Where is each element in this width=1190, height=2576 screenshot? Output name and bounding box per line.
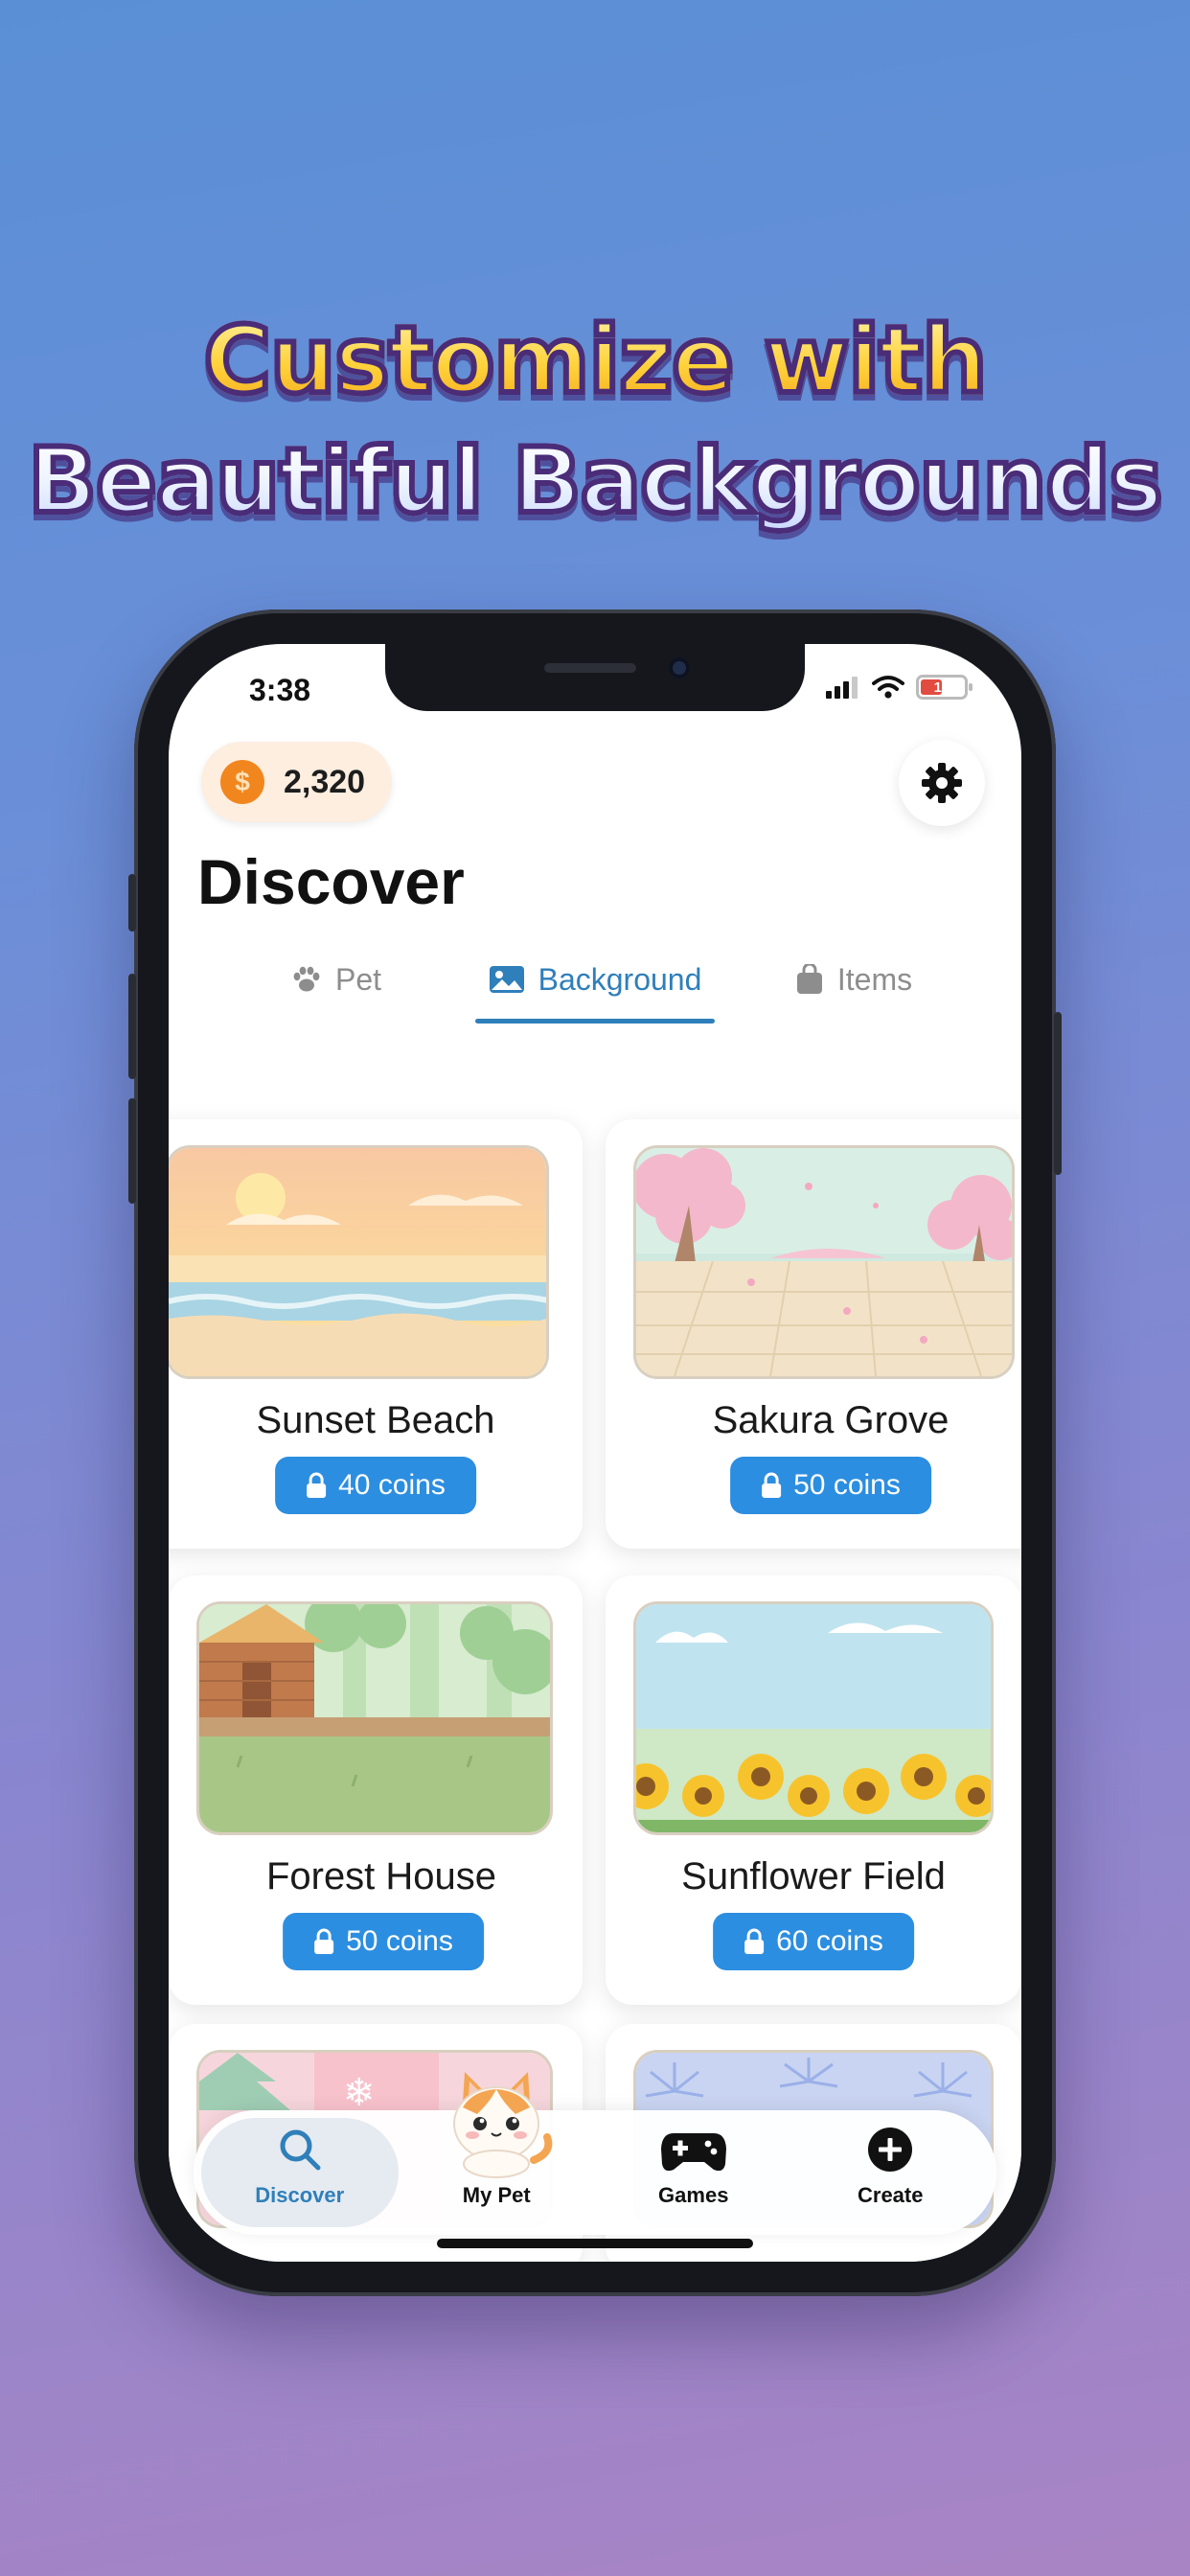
lock-icon <box>307 1472 327 1498</box>
background-card[interactable]: Sunset Beach 40 coins <box>169 1119 583 1549</box>
buy-button[interactable]: 50 coins <box>283 1913 484 1970</box>
status-time: 3:38 <box>249 673 311 707</box>
app-screen: 3:38 14 $ 2,320 Discover Pet Background … <box>169 644 1021 2262</box>
tab-pet-label: Pet <box>334 961 382 997</box>
phone-frame: 3:38 14 $ 2,320 Discover Pet Background … <box>128 610 1062 2296</box>
paw-icon <box>293 966 320 992</box>
bottom-navigation: Discover My Pet Games Create <box>194 2072 996 2235</box>
sunset-beach-preview <box>169 1148 546 1376</box>
lock-icon <box>314 1928 334 1954</box>
image-icon <box>489 966 524 993</box>
coin-balance-value: 2,320 <box>284 763 366 800</box>
nav-create-label: Create <box>858 2183 924 2207</box>
background-card[interactable]: Forest House 50 coins <box>169 1576 583 2005</box>
coin-balance[interactable]: $ 2,320 <box>201 742 393 822</box>
sakura-grove-preview <box>636 1148 1012 1376</box>
notch <box>385 644 805 711</box>
nav-my-pet[interactable]: My Pet <box>399 2072 596 2227</box>
background-name: Sunset Beach <box>256 1399 495 1441</box>
price-label: 40 coins <box>338 1469 446 1501</box>
price-label: 60 coins <box>776 1925 883 1957</box>
home-indicator[interactable] <box>437 2239 753 2248</box>
price-label: 50 coins <box>793 1469 901 1501</box>
nav-create[interactable]: Create <box>792 2118 990 2227</box>
headline-line-2: Beautiful Backgrounds <box>0 426 1190 537</box>
tab-items-label: Items <box>836 961 913 997</box>
signal-icon <box>826 677 858 699</box>
tab-background[interactable]: Background <box>466 941 724 1024</box>
svg-text:❄: ❄ <box>343 2071 376 2115</box>
gear-icon <box>922 763 962 803</box>
background-card[interactable]: Sunflower Field 60 coins <box>606 1576 1021 2005</box>
forest-house-preview <box>199 1604 550 1832</box>
tab-items[interactable]: Items <box>724 941 983 1018</box>
background-name: Sakura Grove <box>712 1399 950 1441</box>
battery-icon: 14 <box>916 675 973 700</box>
category-tabs: Pet Background Items <box>207 941 983 1024</box>
bag-icon <box>796 964 822 994</box>
lock-icon <box>744 1928 765 1954</box>
lock-icon <box>762 1472 782 1498</box>
nav-discover[interactable]: Discover <box>201 2118 399 2227</box>
buy-button[interactable]: 40 coins <box>275 1457 476 1514</box>
gamepad-icon <box>660 2133 726 2172</box>
price-label: 50 coins <box>346 1925 453 1957</box>
background-name: Sunflower Field <box>681 1855 946 1898</box>
nav-games-label: Games <box>658 2183 729 2207</box>
nav-games[interactable]: Games <box>595 2118 792 2227</box>
headline-line-1: Customize with <box>0 304 1190 417</box>
tab-pet[interactable]: Pet <box>207 941 466 1018</box>
sunflower-field-preview <box>636 1604 991 1832</box>
cat-icon <box>453 2072 553 2178</box>
wifi-icon <box>872 676 904 699</box>
background-name: Forest House <box>265 1855 497 1898</box>
status-icons: 14 <box>826 675 973 700</box>
plus-circle-icon <box>868 2128 913 2172</box>
page-title: Discover <box>197 846 465 917</box>
buy-button[interactable]: 60 coins <box>713 1913 914 1970</box>
nav-my-pet-label: My Pet <box>462 2183 531 2207</box>
settings-button[interactable] <box>899 740 985 826</box>
battery-level: 14 <box>933 678 950 696</box>
background-card[interactable]: Sakura Grove 50 coins <box>606 1119 1021 1549</box>
search-icon <box>280 2129 321 2171</box>
tab-background-label: Background <box>538 961 702 997</box>
nav-discover-label: Discover <box>255 2183 345 2207</box>
coin-icon: $ <box>220 760 264 804</box>
buy-button[interactable]: 50 coins <box>730 1457 931 1514</box>
